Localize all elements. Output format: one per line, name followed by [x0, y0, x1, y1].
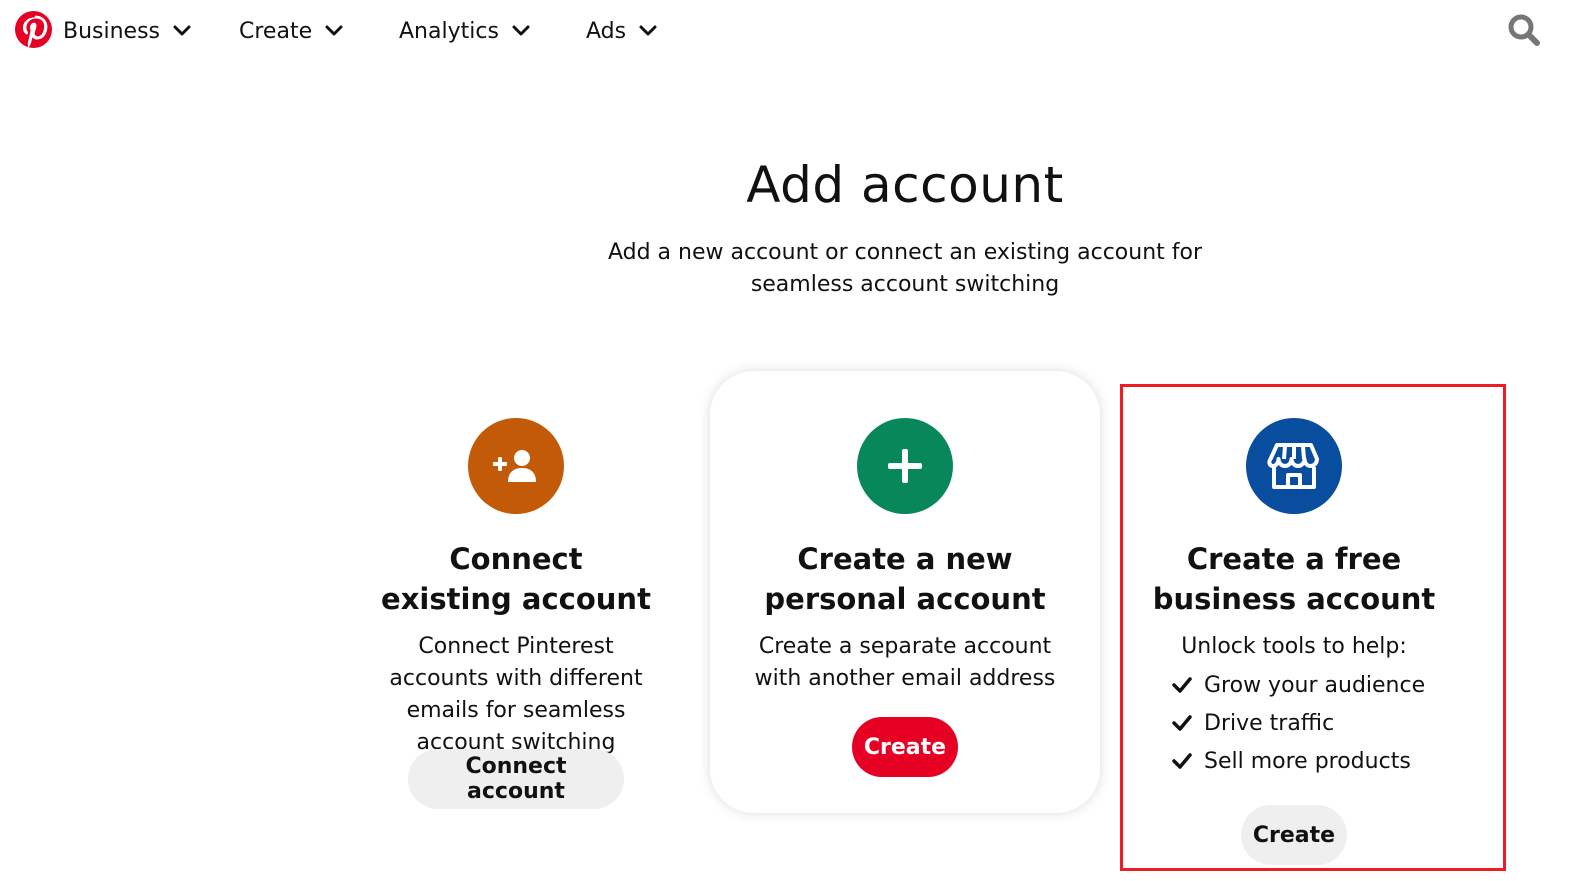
benefits-list: Grow your audience Drive traffic Sell mo… — [1172, 666, 1425, 780]
nav-business[interactable]: Business — [63, 14, 192, 48]
benefit-label: Sell more products — [1204, 748, 1411, 774]
search-icon — [1508, 14, 1540, 46]
top-navigation: Business Create Analytics Ads — [0, 0, 1573, 62]
card-title: Connect existing account — [381, 542, 651, 616]
nav-ads[interactable]: Ads — [586, 14, 658, 48]
storefront-icon — [1246, 418, 1342, 514]
connect-account-button[interactable]: Connect account — [408, 749, 624, 809]
chevron-down-icon — [325, 25, 343, 36]
checkmark-icon — [1172, 715, 1192, 731]
nav-ads-label: Ads — [586, 18, 627, 44]
nav-create[interactable]: Create — [239, 14, 344, 48]
benefit-label: Drive traffic — [1204, 710, 1335, 736]
create-personal-card: Create a new personal account Create a s… — [710, 371, 1100, 813]
chevron-down-icon — [512, 25, 530, 36]
pinterest-logo-icon[interactable] — [15, 11, 52, 48]
nav-business-label: Business — [63, 18, 161, 44]
benefit-item: Sell more products — [1172, 742, 1425, 780]
nav-analytics[interactable]: Analytics — [399, 14, 531, 48]
card-title: Create a free business account — [1152, 542, 1436, 616]
plus-icon — [857, 418, 953, 514]
nav-analytics-label: Analytics — [399, 18, 499, 44]
create-business-card: Create a free business account Unlock to… — [1099, 371, 1489, 865]
nav-create-label: Create — [239, 18, 313, 44]
card-title: Create a new personal account — [764, 542, 1046, 616]
benefit-label: Grow your audience — [1204, 672, 1426, 698]
page-subtitle: Add a new account or connect an existing… — [607, 240, 1203, 297]
checkmark-icon — [1172, 677, 1192, 693]
card-description: Create a separate account with another e… — [754, 634, 1056, 691]
add-person-icon — [468, 418, 564, 514]
checkmark-icon — [1172, 753, 1192, 769]
benefit-item: Grow your audience — [1172, 666, 1425, 704]
create-personal-button[interactable]: Create — [852, 717, 958, 777]
chevron-down-icon — [639, 25, 657, 36]
card-description: Unlock tools to help: — [1181, 634, 1407, 659]
connect-existing-card: Connect existing account Connect Pintere… — [321, 371, 711, 813]
chevron-down-icon — [173, 25, 191, 36]
benefit-item: Drive traffic — [1172, 704, 1425, 742]
search-button[interactable] — [1506, 12, 1542, 48]
page-title: Add account — [746, 156, 1064, 214]
card-description: Connect Pinterest accounts with differen… — [389, 634, 643, 755]
create-business-button[interactable]: Create — [1241, 805, 1347, 865]
